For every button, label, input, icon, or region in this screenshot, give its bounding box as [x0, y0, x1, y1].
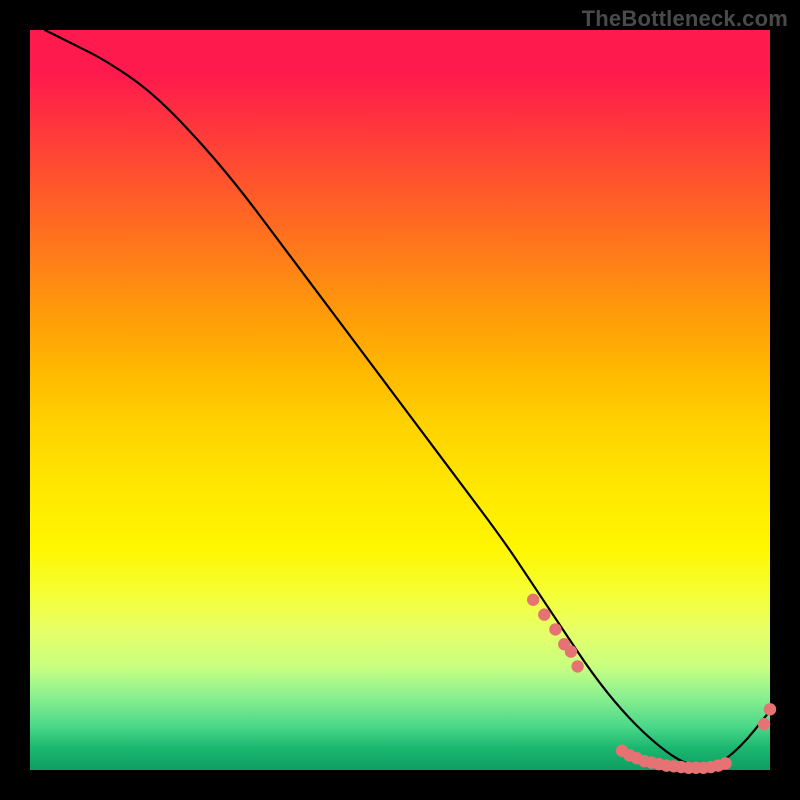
- bottleneck-curve: [45, 30, 770, 767]
- data-point: [571, 660, 583, 672]
- data-point: [565, 645, 577, 657]
- data-point: [758, 718, 770, 730]
- data-point: [764, 703, 776, 715]
- data-point: [549, 623, 561, 635]
- watermark: TheBottleneck.com: [582, 6, 788, 32]
- chart-svg: [30, 30, 770, 770]
- data-point: [719, 757, 731, 769]
- data-point: [538, 608, 550, 620]
- data-point: [527, 594, 539, 606]
